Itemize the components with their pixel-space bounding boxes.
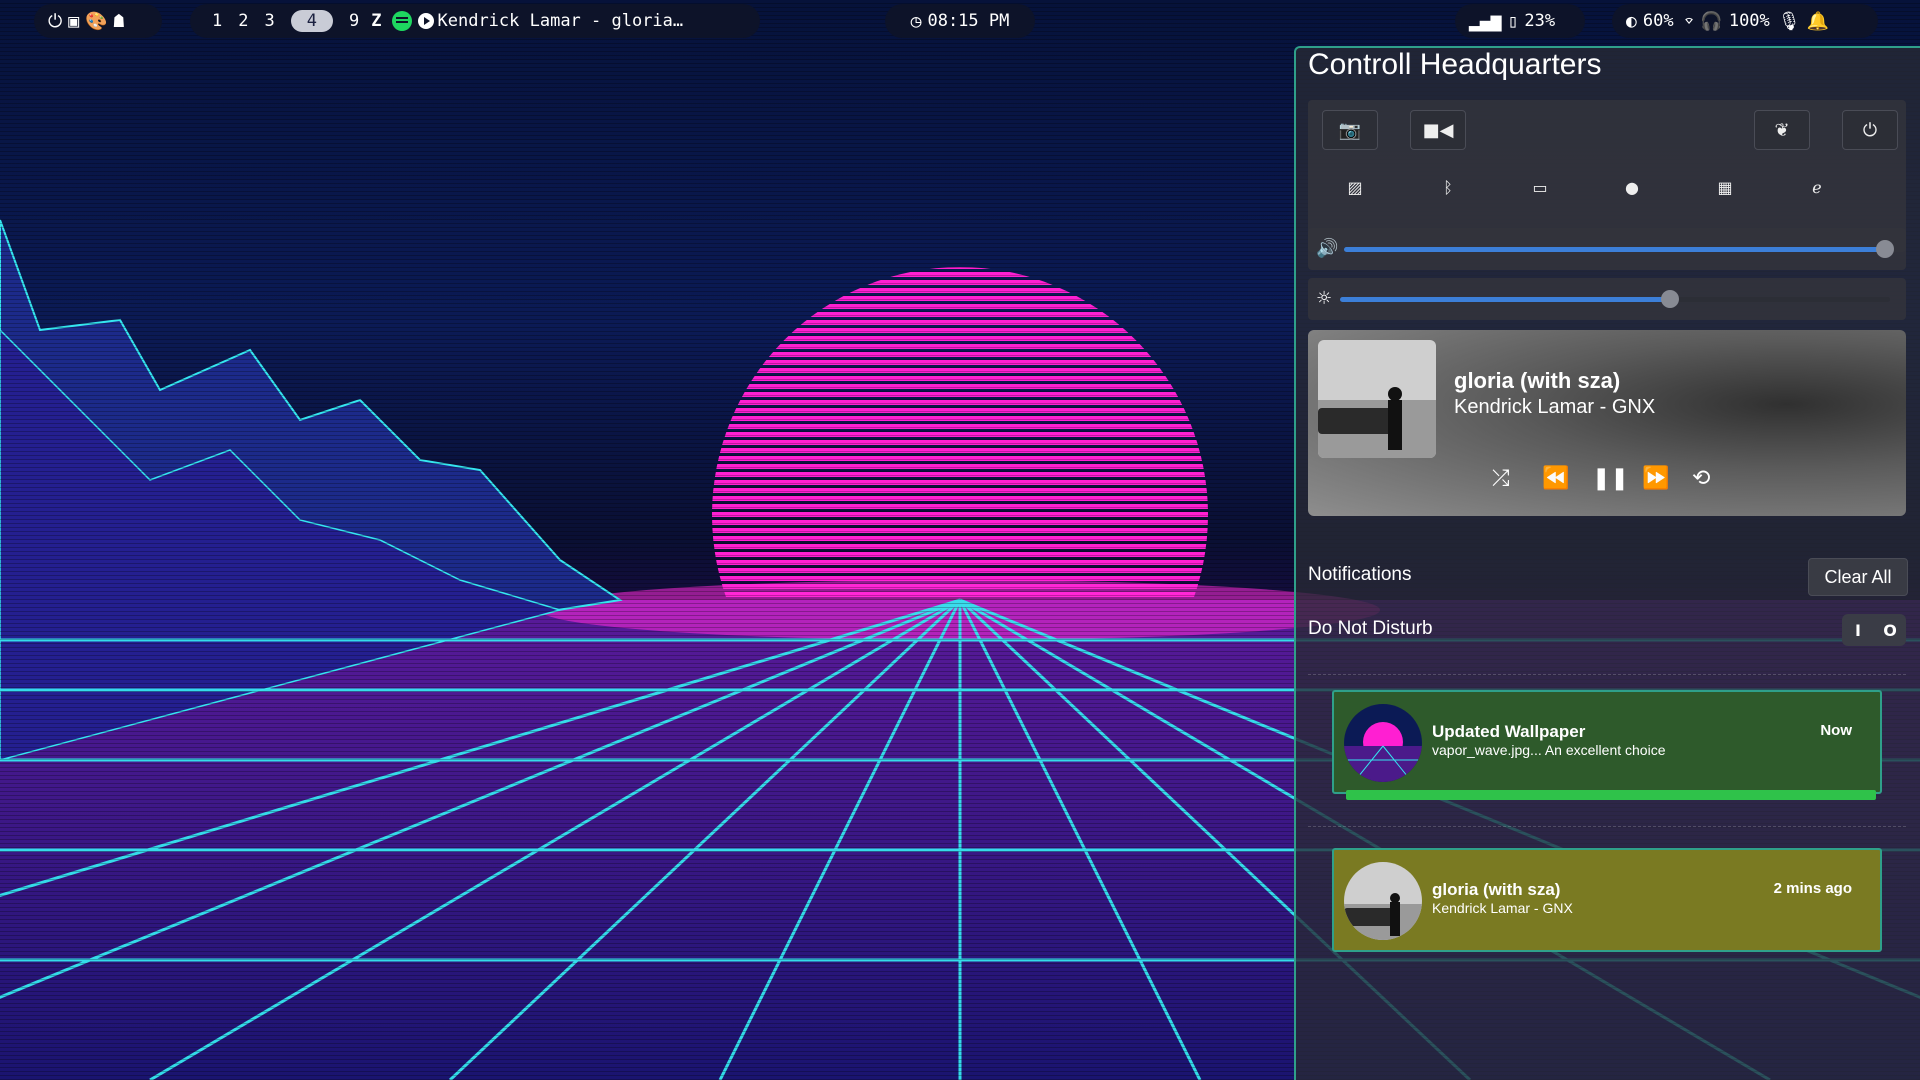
clear-all-button[interactable]: Clear All — [1808, 558, 1908, 596]
power-icon: ⏻ — [1862, 119, 1878, 141]
video-camera-icon: ■◀ — [1422, 119, 1454, 141]
brightness-icon: ◐ — [1626, 10, 1637, 32]
camera-icon: 📷 — [1338, 119, 1362, 141]
notification-card[interactable]: gloria (with sza) Kendrick Lamar - GNX 2… — [1332, 848, 1882, 952]
browser-icon: ℯ — [1812, 177, 1822, 197]
next-icon[interactable]: ⏩ — [1642, 466, 1669, 491]
workspace-2[interactable]: 2 — [238, 11, 248, 31]
media-title: gloria (with sza) — [1454, 368, 1621, 393]
notification-title: Updated Wallpaper — [1432, 722, 1586, 741]
panel-title: Controll Headquarters — [1308, 48, 1602, 81]
volume-slider-box: 🔊 — [1308, 228, 1906, 270]
info-icon: ● — [1625, 177, 1639, 197]
headphones-level: 100% — [1728, 11, 1770, 31]
microphone-icon: 🎙 — [1777, 10, 1801, 32]
ghost-icon[interactable]: ☗ — [114, 11, 125, 32]
notification-card[interactable]: Updated Wallpaper vapor_wave.jpg... An e… — [1332, 690, 1882, 800]
pause-icon[interactable]: ❚❚ — [1592, 466, 1629, 491]
play-icon[interactable] — [417, 13, 434, 29]
volume-icon: 🔊 — [1316, 238, 1339, 259]
status-pill: ▂▄▆ ▯ 23% — [1455, 4, 1585, 38]
battery-level: 23% — [1524, 11, 1556, 31]
battery-icon: ▯ — [1507, 10, 1519, 32]
album-thumbnail — [1344, 862, 1422, 940]
calendar-icon: ▦ — [1717, 177, 1733, 197]
notification-time: Now — [1820, 722, 1852, 739]
dnd-on[interactable]: I — [1842, 614, 1874, 646]
clock-icon: ◷ — [910, 10, 922, 32]
image-icon: ▨ — [1347, 177, 1363, 197]
notifications-heading: Notifications — [1308, 564, 1412, 585]
zed-app-icon[interactable]: Z — [371, 11, 381, 31]
wifi-icon: ⌔ — [1683, 10, 1695, 32]
info-button[interactable]: ● — [1615, 170, 1649, 204]
top-bar: ⏻ ▣ 🎨 ☗ 1 2 3 4 9 Z Kendrick Lamar - glo… — [0, 4, 1920, 38]
workspace-1[interactable]: 1 — [212, 11, 222, 31]
record-button[interactable]: ■◀ — [1410, 110, 1466, 150]
dnd-toggle[interactable]: I O — [1842, 614, 1906, 646]
brightness-value: 60% — [1642, 11, 1674, 31]
workspace-3[interactable]: 3 — [265, 11, 275, 31]
bell-icon: 🔔 — [1806, 10, 1830, 32]
brightness-slider-box: ☼ — [1308, 278, 1906, 320]
workspace-4[interactable]: 4 — [290, 10, 333, 32]
control-panel: Controll Headquarters 📷 ■◀ ❦ ⏻ ▨ ᛒ ▭ ● ▦… — [1294, 46, 1920, 1080]
wallpaper-button[interactable]: ▨ — [1338, 170, 1372, 204]
dnd-label: Do Not Disturb — [1308, 618, 1433, 639]
sun-icon: ☼ — [1316, 288, 1333, 309]
previous-icon[interactable]: ⏪ — [1542, 466, 1569, 491]
signal-icon: ▂▄▆ — [1469, 10, 1502, 32]
leaf-button[interactable]: ❦ — [1754, 110, 1810, 150]
notification-title: gloria (with sza) — [1432, 880, 1561, 899]
wallpaper-thumbnail — [1344, 704, 1422, 782]
leaf-icon: ❦ — [1774, 119, 1790, 141]
files-button[interactable]: ▭ — [1523, 170, 1557, 204]
bluetooth-icon: ᛒ — [1443, 177, 1453, 197]
calendar-button[interactable]: ▦ — [1708, 170, 1742, 204]
windows-icon[interactable]: ▣ — [68, 11, 79, 32]
notification-progress — [1346, 790, 1876, 800]
dnd-off[interactable]: O — [1874, 614, 1906, 646]
album-art — [1318, 340, 1436, 458]
media-player: gloria (with sza) Kendrick Lamar - GNX ⤮… — [1308, 330, 1906, 516]
headphones-icon: 🎧 — [1700, 10, 1723, 32]
brightness-slider[interactable] — [1340, 297, 1670, 302]
media-artist: Kendrick Lamar - GNX — [1454, 396, 1656, 418]
notification-body: Kendrick Lamar - GNX — [1432, 900, 1573, 916]
clock-time: 08:15 PM — [927, 11, 1010, 31]
workspace-pill: 1 2 3 4 9 Z Kendrick Lamar - gloria… — [190, 4, 760, 38]
folder-icon: ▭ — [1532, 177, 1548, 197]
volume-slider-knob[interactable] — [1876, 240, 1894, 258]
browser-button[interactable]: ℯ — [1800, 170, 1834, 204]
system-pill: ⏻ ▣ 🎨 ☗ — [34, 4, 162, 38]
bluetooth-button[interactable]: ᛒ — [1431, 170, 1465, 204]
screenshot-button[interactable]: 📷 — [1322, 110, 1378, 150]
brightness-slider-knob[interactable] — [1661, 290, 1679, 308]
shuffle-icon[interactable]: ⤮ — [1492, 466, 1510, 491]
now-playing-title[interactable]: Kendrick Lamar - gloria… — [438, 11, 684, 31]
quick-status-pill[interactable]: ◐ 60% ⌔ 🎧 100% 🎙 🔔 — [1612, 4, 1878, 38]
notification-body: vapor_wave.jpg... An excellent choice — [1432, 742, 1666, 758]
palette-icon[interactable]: 🎨 — [85, 11, 107, 32]
power-icon[interactable]: ⏻ — [48, 11, 62, 32]
power-button[interactable]: ⏻ — [1842, 110, 1898, 150]
spotify-icon[interactable] — [391, 11, 412, 31]
clock-pill[interactable]: ◷ 08:15 PM — [885, 4, 1035, 38]
repeat-icon[interactable]: ⟲ — [1692, 466, 1710, 491]
volume-slider[interactable] — [1344, 247, 1885, 252]
notification-time: 2 mins ago — [1773, 880, 1852, 897]
workspace-9[interactable]: 9 — [349, 11, 359, 31]
